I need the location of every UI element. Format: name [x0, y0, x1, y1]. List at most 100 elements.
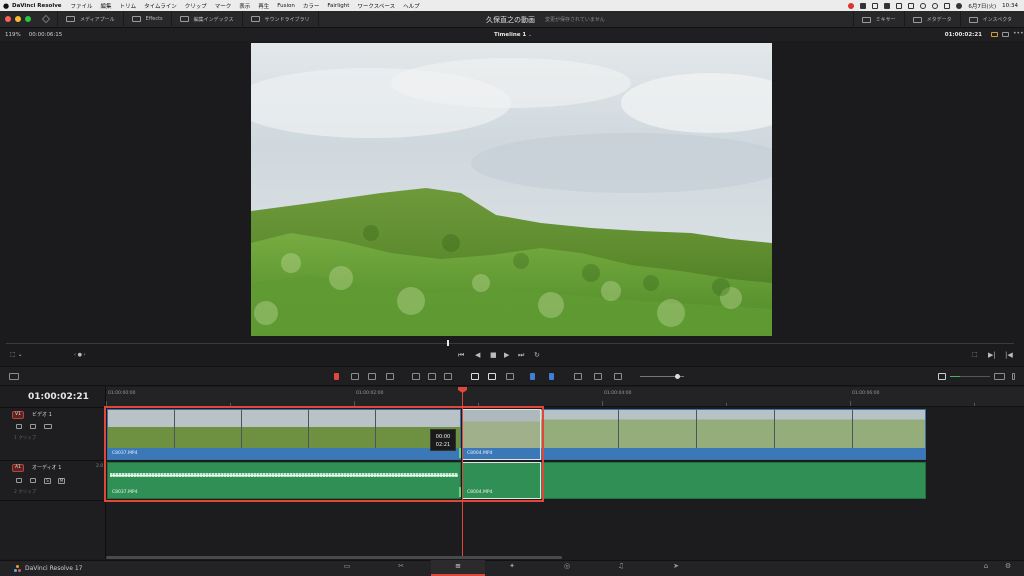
trim-mode-icon[interactable] [351, 373, 359, 380]
menu-clip[interactable]: クリップ [185, 2, 207, 10]
settings-gear-icon[interactable]: ⚙ [1004, 563, 1012, 570]
mixer-button[interactable]: ミキサー [852, 11, 905, 28]
loop-icon[interactable]: ↻ [534, 351, 540, 359]
insert-clip-icon[interactable] [412, 373, 420, 380]
zoom-detail-icon[interactable] [594, 373, 602, 380]
audio-level-icon[interactable] [1012, 373, 1015, 380]
battery-icon[interactable] [908, 2, 915, 9]
go-to-end-icon[interactable]: ⏭ [518, 351, 524, 359]
home-icon[interactable]: ⌂ [982, 563, 990, 570]
lock-icon[interactable] [506, 373, 514, 380]
track-name-audio1[interactable]: オーディオ 1 [32, 464, 61, 471]
fusion-page-icon[interactable]: ✦ [508, 563, 516, 570]
viewer-zoom[interactable]: 119% [5, 32, 21, 38]
inspector-button[interactable]: インスペクタ [961, 11, 1020, 28]
audio-auto-select-icon[interactable] [30, 478, 36, 483]
snapping-icon[interactable] [471, 373, 479, 380]
timeline-zoom-knob[interactable] [675, 374, 680, 379]
solo-button[interactable]: S [44, 478, 51, 484]
stop-icon[interactable]: ■ [490, 351, 497, 359]
search-icon[interactable] [932, 2, 939, 9]
track-tag-a1[interactable]: A1 [12, 464, 24, 472]
menu-date[interactable]: 6月7日(火) [968, 2, 996, 10]
zoom-full-icon[interactable] [574, 373, 582, 380]
siri-icon[interactable] [956, 2, 963, 9]
timeline-view-options-icon[interactable] [9, 373, 19, 380]
edit-index-button[interactable]: 編集インデックス [172, 10, 243, 28]
metadata-button[interactable]: メタデータ [905, 11, 961, 28]
timeline-timecode[interactable]: 01:00:02:21 [28, 392, 89, 402]
bluetooth-icon[interactable] [896, 2, 903, 9]
effects-button[interactable]: Effects [124, 10, 172, 28]
menu-playback[interactable]: 再生 [258, 2, 269, 10]
match-frame-icon[interactable]: ⬚ [972, 351, 978, 359]
menu-fusion[interactable]: Fusion [277, 3, 295, 9]
menu-file[interactable]: ファイル [71, 2, 93, 10]
edit-page-icon[interactable]: ≡ [454, 563, 462, 570]
color-page-icon[interactable]: ◎ [563, 563, 571, 570]
dynamic-trim-icon[interactable] [368, 373, 376, 380]
timeline-name[interactable]: Timeline 1 [494, 32, 526, 38]
close-window-button[interactable] [5, 16, 11, 22]
linked-selection-icon[interactable] [488, 373, 496, 380]
play-icon[interactable]: ▶ [504, 351, 509, 359]
minimize-window-button[interactable] [15, 16, 21, 22]
menu-trim[interactable]: トリム [120, 2, 137, 10]
playhead[interactable] [462, 391, 463, 558]
blade-icon[interactable] [386, 373, 394, 380]
speaker-icon[interactable] [938, 373, 946, 380]
track-lock-icon[interactable] [16, 424, 22, 429]
replace-clip-icon[interactable] [444, 373, 452, 380]
wifi-icon[interactable] [920, 2, 927, 9]
menu-view[interactable]: 表示 [239, 2, 250, 10]
fairlight-page-icon[interactable]: ♫ [617, 563, 625, 570]
pin-button[interactable] [41, 10, 58, 28]
menu-timeline[interactable]: タイムライン [144, 2, 177, 10]
next-edit-icon[interactable]: ▶| [988, 351, 996, 359]
media-page-icon[interactable]: ▭ [343, 563, 351, 570]
menu-fairlight[interactable]: Fairlight [327, 3, 349, 9]
video-frame[interactable] [251, 43, 772, 336]
chevron-down-icon[interactable]: ⌄ [528, 32, 532, 38]
auto-select-icon[interactable] [30, 424, 36, 429]
mute-button[interactable]: M [58, 478, 65, 484]
media-pool-button[interactable]: メディアプール [58, 10, 124, 28]
sound-library-button[interactable]: サウンドライブラリ [243, 10, 319, 28]
track-name-video1[interactable]: ビデオ 1 [32, 411, 52, 418]
flag-icon[interactable] [530, 373, 535, 380]
timeline-scrollbar[interactable] [106, 556, 562, 559]
menu-workspace[interactable]: ワークスペース [357, 2, 395, 10]
record-icon[interactable] [848, 2, 855, 9]
selection-mode-icon[interactable] [334, 373, 339, 380]
viewer-size-icon[interactable]: ⬚ ⌄ [10, 351, 23, 359]
zoom-custom-icon[interactable] [614, 373, 622, 380]
audio-meter-icon[interactable] [994, 373, 1005, 380]
menu-mark[interactable]: マーク [215, 2, 232, 10]
menu-time[interactable]: 10:34 [1002, 3, 1018, 9]
timeline-ruler[interactable] [106, 387, 1024, 407]
deliver-page-icon[interactable]: ➤ [672, 563, 680, 570]
evernote-icon[interactable] [884, 2, 891, 9]
color-icon[interactable] [991, 32, 998, 37]
more-options-icon[interactable]: ••• [1013, 31, 1024, 37]
scrubber-handle[interactable] [447, 340, 449, 346]
menu-app-name[interactable]: DaVinci Resolve [12, 3, 62, 9]
viewer-scrubber[interactable] [6, 343, 1014, 344]
control-center-icon[interactable] [944, 2, 951, 9]
app-status-icon[interactable] [860, 2, 867, 9]
audio-track-lock-icon[interactable] [16, 478, 22, 483]
play-reverse-icon[interactable]: ◀ [475, 351, 480, 359]
go-to-start-icon[interactable]: ⏮ [458, 351, 464, 359]
menu-help[interactable]: ヘルプ [403, 2, 420, 10]
menu-edit[interactable]: 編集 [101, 2, 112, 10]
maximize-window-button[interactable] [25, 16, 31, 22]
track-enable-icon[interactable] [44, 424, 52, 429]
apple-icon[interactable]: ● [0, 2, 12, 10]
menu-color[interactable]: カラー [303, 2, 320, 10]
last-frame-icon[interactable]: |◀ [1005, 351, 1013, 359]
jog-icon[interactable]: ‹ ● › [74, 351, 86, 359]
cut-page-icon[interactable]: ✂ [397, 563, 405, 570]
track-tag-v1[interactable]: V1 [12, 411, 24, 419]
overwrite-clip-icon[interactable] [428, 373, 436, 380]
viewer-layout-icon[interactable] [1002, 32, 1009, 37]
